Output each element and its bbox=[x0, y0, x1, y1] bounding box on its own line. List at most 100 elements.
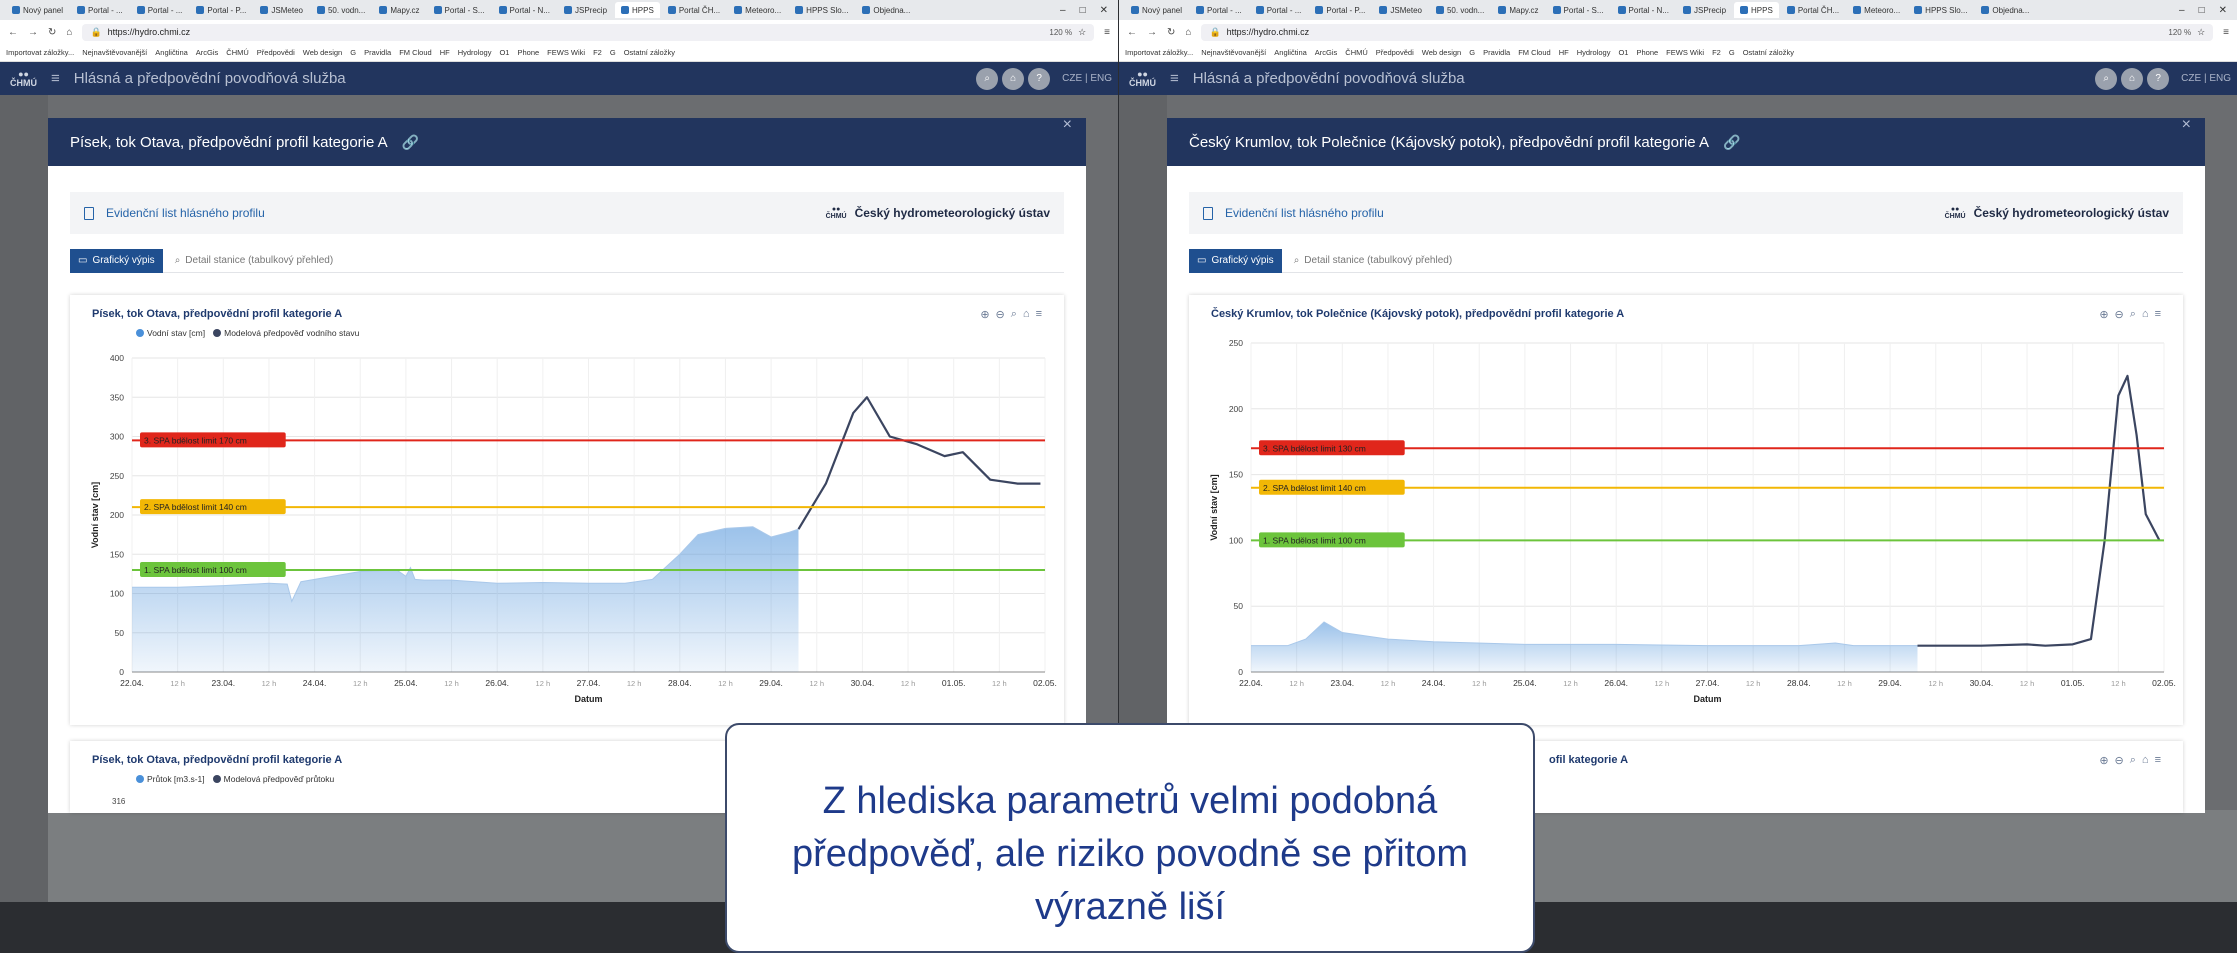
legend-item-discharge[interactable]: Průtok [m3.s-1] bbox=[136, 774, 205, 784]
browser-tab[interactable]: HPPS Slo... bbox=[1908, 2, 1973, 18]
reload-icon[interactable]: ↻ bbox=[1167, 27, 1175, 38]
bookmark-item[interactable]: Pravidla bbox=[364, 48, 391, 57]
bookmark-item[interactable]: G bbox=[1729, 48, 1735, 57]
star-icon[interactable]: ☆ bbox=[2197, 27, 2205, 38]
browser-tab[interactable]: Portal - ... bbox=[1250, 2, 1308, 18]
bookmark-item[interactable]: FM Cloud bbox=[399, 48, 432, 57]
back-icon[interactable]: ← bbox=[8, 27, 18, 38]
close-icon[interactable]: × bbox=[1063, 116, 1072, 134]
browser-tab[interactable]: 50. vodn... bbox=[1430, 2, 1490, 18]
menu-icon[interactable]: ≡ bbox=[2223, 27, 2229, 38]
bookmark-item[interactable]: Předpovědi bbox=[257, 48, 295, 57]
bookmark-item[interactable]: ArcGis bbox=[196, 48, 219, 57]
browser-tab[interactable]: Portal - ... bbox=[131, 2, 189, 18]
zoom-level[interactable]: 120 % bbox=[2168, 28, 2191, 37]
close-icon[interactable]: × bbox=[2182, 116, 2191, 134]
tab-graph[interactable]: ▭ Grafický výpis bbox=[70, 248, 163, 273]
minimize-icon[interactable]: – bbox=[2179, 5, 2185, 16]
zoom-level[interactable]: 120 % bbox=[1049, 28, 1072, 37]
bookmark-item[interactable]: F2 bbox=[593, 48, 602, 57]
evidence-link[interactable]: Evidenční list hlásného profilu bbox=[84, 206, 265, 220]
tab-detail[interactable]: ⌕ Detail stanice (tabulkový přehled) bbox=[163, 255, 345, 266]
bookmark-item[interactable]: O1 bbox=[1618, 48, 1628, 57]
bookmark-item[interactable]: Web design bbox=[303, 48, 342, 57]
bookmark-item[interactable]: FEWS Wiki bbox=[1666, 48, 1704, 57]
bookmark-item[interactable]: Hydrology bbox=[1577, 48, 1611, 57]
browser-tab[interactable]: JSMeteo bbox=[1373, 2, 1428, 18]
home-icon[interactable]: ⌂ bbox=[1185, 27, 1191, 38]
browser-tab[interactable]: Portal - ... bbox=[1190, 2, 1248, 18]
browser-tab[interactable]: Objedna... bbox=[1975, 2, 2035, 18]
bookmark-item[interactable]: Ostatní záložky bbox=[1743, 48, 1794, 57]
bookmark-item[interactable]: Předpovědi bbox=[1376, 48, 1414, 57]
forward-icon[interactable]: → bbox=[1147, 27, 1157, 38]
browser-tab[interactable]: Portal ČH... bbox=[1781, 2, 1845, 18]
chmu-logo[interactable]: ●● ČHMÚ bbox=[10, 69, 37, 88]
home-circle-icon[interactable]: ⌂ bbox=[2121, 67, 2144, 90]
zoom-out-icon[interactable]: ⊖ bbox=[2115, 754, 2124, 767]
forward-icon[interactable]: → bbox=[28, 27, 38, 38]
search-icon[interactable]: ⌕ bbox=[976, 67, 999, 90]
browser-tab[interactable]: HPPS bbox=[1734, 2, 1779, 18]
browser-tab[interactable]: JSPrecip bbox=[1677, 2, 1732, 18]
search-icon[interactable]: ⌕ bbox=[2095, 67, 2118, 90]
bookmark-item[interactable]: ČHMÚ bbox=[1345, 48, 1368, 57]
star-icon[interactable]: ☆ bbox=[1078, 27, 1086, 38]
zoom-in-icon[interactable]: ⊕ bbox=[2099, 754, 2108, 767]
browser-tab[interactable]: JSPrecip bbox=[558, 2, 613, 18]
bookmark-item[interactable]: Phone bbox=[517, 48, 539, 57]
browser-tab[interactable]: 50. vodn... bbox=[311, 2, 371, 18]
browser-tab[interactable]: Mapy.cz bbox=[373, 2, 425, 18]
bookmark-item[interactable]: G bbox=[610, 48, 616, 57]
maximize-icon[interactable]: □ bbox=[2199, 5, 2205, 16]
browser-tab[interactable]: HPPS bbox=[615, 2, 660, 18]
browser-tab[interactable]: Nový panel bbox=[6, 2, 69, 18]
bookmark-item[interactable]: Hydrology bbox=[458, 48, 492, 57]
language-switch[interactable]: CZE | ENG bbox=[1062, 73, 1112, 84]
bookmark-item[interactable]: Angličtina bbox=[1274, 48, 1307, 57]
bookmark-item[interactable]: FEWS Wiki bbox=[547, 48, 585, 57]
home-icon[interactable]: ⌂ bbox=[66, 27, 72, 38]
browser-tab[interactable]: Meteoro... bbox=[728, 2, 787, 18]
magnifier-icon[interactable]: ⌕ bbox=[2130, 754, 2136, 767]
bookmark-item[interactable]: Nejnavštěvovanější bbox=[82, 48, 147, 57]
help-icon[interactable]: ? bbox=[1028, 67, 1051, 90]
back-icon[interactable]: ← bbox=[1127, 27, 1137, 38]
hamburger-icon[interactable]: ≡ bbox=[51, 70, 60, 87]
bookmark-item[interactable]: Importovat záložky... bbox=[6, 48, 74, 57]
language-switch[interactable]: CZE | ENG bbox=[2181, 73, 2231, 84]
home-circle-icon[interactable]: ⌂ bbox=[1002, 67, 1025, 90]
maximize-icon[interactable]: □ bbox=[1080, 5, 1086, 16]
tab-detail[interactable]: ⌕ Detail stanice (tabulkový přehled) bbox=[1282, 255, 1464, 266]
tab-graph[interactable]: ▭ Grafický výpis bbox=[1189, 248, 1282, 273]
bookmark-item[interactable]: Importovat záložky... bbox=[1125, 48, 1193, 57]
browser-tab[interactable]: Portal - N... bbox=[493, 2, 556, 18]
link-icon[interactable]: 🔗 bbox=[402, 134, 419, 151]
browser-tab[interactable]: Portal - S... bbox=[1547, 2, 1610, 18]
chmu-logo[interactable]: ●● ČHMÚ bbox=[1129, 69, 1156, 88]
link-icon[interactable]: 🔗 bbox=[1723, 134, 1740, 151]
url-bar[interactable]: 🔒 https://hydro.chmi.cz 120 % ☆ bbox=[82, 23, 1095, 41]
legend-item-discharge-forecast[interactable]: Modelová předpověď průtoku bbox=[212, 774, 334, 784]
url-bar[interactable]: 🔒 https://hydro.chmi.cz 120 % ☆ bbox=[1201, 23, 2214, 41]
bookmark-item[interactable]: ČHMÚ bbox=[226, 48, 249, 57]
browser-tab[interactable]: HPPS Slo... bbox=[789, 2, 854, 18]
close-window-icon[interactable]: ✕ bbox=[2219, 5, 2227, 16]
browser-tab[interactable]: Portal - P... bbox=[190, 2, 252, 18]
browser-tab[interactable]: Nový panel bbox=[1125, 2, 1188, 18]
browser-tab[interactable]: Meteoro... bbox=[1847, 2, 1906, 18]
bookmark-item[interactable]: G bbox=[350, 48, 356, 57]
browser-tab[interactable]: Portal ČH... bbox=[662, 2, 726, 18]
minimize-icon[interactable]: – bbox=[1060, 5, 1066, 16]
browser-tab[interactable]: Portal - S... bbox=[428, 2, 491, 18]
reload-icon[interactable]: ↻ bbox=[48, 27, 56, 38]
browser-tab[interactable]: Portal - ... bbox=[71, 2, 129, 18]
bookmark-item[interactable]: Nejnavštěvovanější bbox=[1201, 48, 1266, 57]
browser-tab[interactable]: Objedna... bbox=[856, 2, 916, 18]
bookmark-item[interactable]: Angličtina bbox=[155, 48, 188, 57]
bookmark-item[interactable]: HF bbox=[440, 48, 450, 57]
evidence-link[interactable]: Evidenční list hlásného profilu bbox=[1203, 206, 1384, 220]
browser-tab[interactable]: JSMeteo bbox=[254, 2, 309, 18]
bookmark-item[interactable]: Phone bbox=[1636, 48, 1658, 57]
bookmark-item[interactable]: F2 bbox=[1712, 48, 1721, 57]
